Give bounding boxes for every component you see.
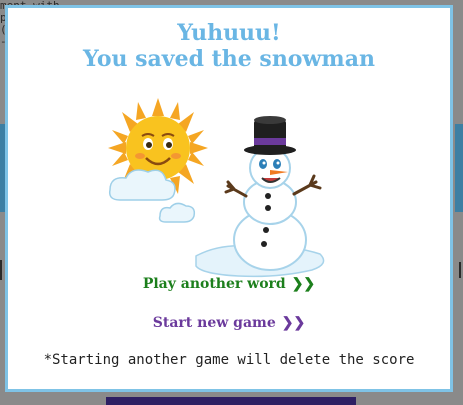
chevron-right-icon: ❯❯ <box>281 315 306 331</box>
delete-score-warning: *Starting another game will delete the s… <box>43 352 415 368</box>
play-another-word-link[interactable]: Play another word ❯❯ <box>8 276 450 292</box>
play-another-word-label: Play another word <box>142 276 286 292</box>
chevron-right-icon: ❯❯ <box>291 276 316 292</box>
title-line-2: You saved the snowman <box>83 46 375 72</box>
background-edge-right <box>455 262 461 278</box>
background-bottom-bar <box>106 397 356 405</box>
background-bar-right <box>455 124 463 212</box>
snowman-icon <box>195 116 325 278</box>
result-modal: Yuhuuu! You saved the snowman Play anoth… <box>5 5 453 392</box>
win-illustration <box>108 98 325 278</box>
modal-title: Yuhuuu! You saved the snowman <box>8 20 450 72</box>
start-new-game-link[interactable]: Start new game ❯❯ <box>8 315 450 331</box>
title-line-1: Yuhuuu! <box>177 20 281 46</box>
cloud-small-icon <box>158 202 196 223</box>
start-new-game-label: Start new game <box>152 315 276 331</box>
